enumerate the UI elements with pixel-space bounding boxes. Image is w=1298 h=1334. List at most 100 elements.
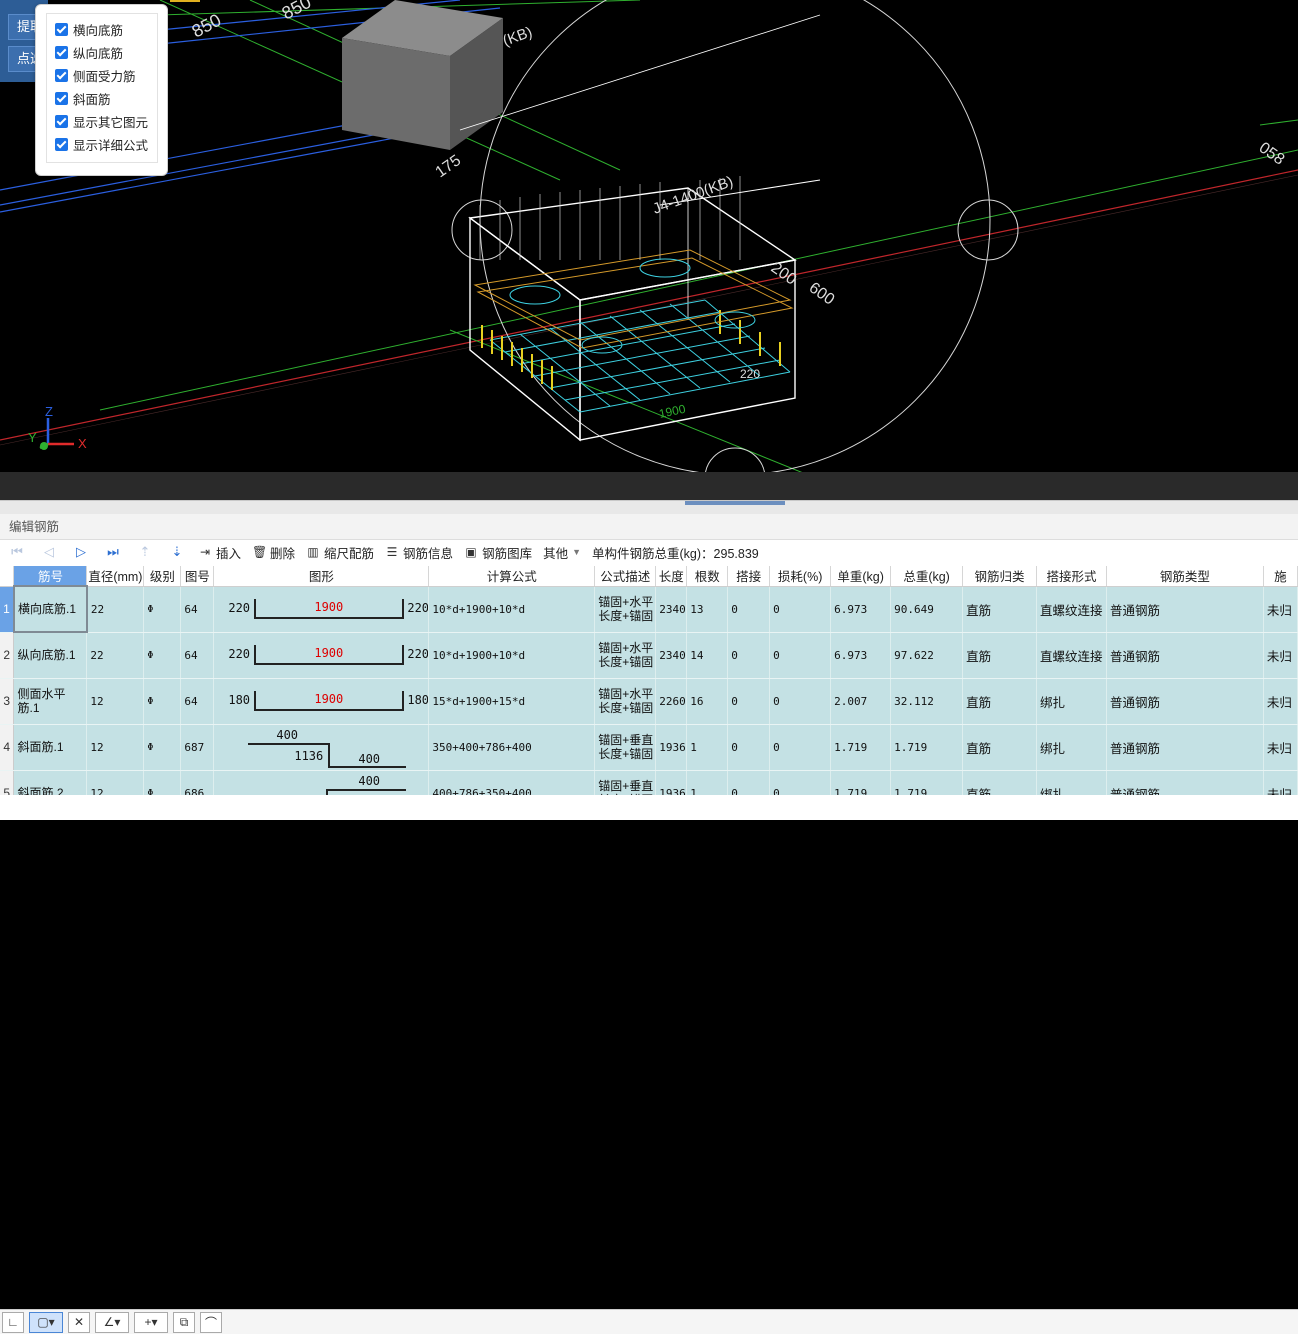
cell-type[interactable]: 普通钢筋 [1106,632,1264,679]
checkbox-icon[interactable] [55,23,68,36]
cell-lap[interactable]: 0 [727,678,771,725]
col-length[interactable]: 长度 [655,566,688,587]
cell-desc[interactable]: 锚固+垂直长度+锚固 [594,770,657,795]
cell-loss[interactable]: 0 [769,678,832,725]
cell-unit[interactable]: 1.719 [830,770,892,795]
cell-desc[interactable]: 锚固+水平长度+锚固 [594,632,657,679]
table-row[interactable]: 1 横向底筋.1 22 Φ 64 220 1900 220 10*d+1900+10*d 锚固+水… [0,585,1298,633]
col-lap-form[interactable]: 搭接形式 [1036,566,1107,587]
move-down-icon[interactable]: ⇣ [166,543,188,561]
cell-shape[interactable]: 220 1900 220 [213,586,430,633]
cell-type[interactable]: 普通钢筋 [1106,770,1264,795]
rebar-library-button[interactable]: ▣ 钢筋图库 [464,543,532,562]
cell-extra[interactable]: 未归 [1263,770,1298,795]
cell-dia[interactable]: 12 [86,678,145,725]
col-shape[interactable]: 图形 [213,566,430,587]
option-side-bar[interactable]: 侧面受力筋 [55,64,157,87]
cell-count[interactable]: 1 [686,724,729,771]
cell-formula[interactable]: 350+400+786+400 [428,724,596,771]
insert-button[interactable]: ⇥ 插入 [198,543,241,562]
copy-icon[interactable]: ⧉ [173,1311,195,1333]
option-show-detailed-formula[interactable]: 显示详细公式 [55,133,157,156]
cell-desc[interactable]: 锚固+垂直长度+锚固 [594,724,657,771]
cell-type[interactable]: 普通钢筋 [1106,586,1264,633]
corner-snap-icon[interactable]: ∟ [2,1311,24,1333]
checkbox-icon[interactable] [55,92,68,105]
cell-count[interactable]: 14 [686,632,729,679]
table-row[interactable]: 3 侧面水平筋.1 12 Φ 64 180 1900 180 15*d+1900+15*d 锚固+… [0,678,1298,725]
cell-len[interactable]: 2340 [655,632,688,679]
cell-len[interactable]: 1936 [655,724,688,771]
option-show-other-elements[interactable]: 显示其它图元 [55,110,157,133]
cell-count[interactable]: 1 [686,770,729,795]
last-record-icon[interactable]: ⏭ [102,543,124,561]
row-index[interactable]: 4 [0,724,15,771]
col-formula-desc[interactable]: 公式描述 [594,566,657,587]
next-record-icon[interactable]: ▷ [70,543,92,561]
col-lap[interactable]: 搭接 [727,566,771,587]
row-index[interactable]: 1 [0,586,15,633]
cell-unit[interactable]: 1.719 [830,724,892,771]
col-grade[interactable]: 级别 [143,566,182,587]
col-figure-no[interactable]: 图号 [180,566,215,587]
cell-name[interactable]: 斜面筋.1 [13,724,88,771]
col-bar-no[interactable]: 筋号 [13,566,88,587]
row-index[interactable]: 2 [0,632,15,679]
cell-lap[interactable]: 0 [727,586,771,633]
3d-viewport[interactable]: 850 850 175 200 600 058 J4-1400(KB) (KB)… [0,0,1298,472]
cell-formula[interactable]: 400+786+350+400 [428,770,596,795]
col-diameter[interactable]: 直径(mm) [86,566,145,587]
col-formula[interactable]: 计算公式 [428,566,596,587]
cell-type[interactable]: 普通钢筋 [1106,678,1264,725]
col-unit-weight[interactable]: 单重(kg) [830,566,892,587]
cell-formula[interactable]: 10*d+1900+10*d [428,586,596,633]
cell-cat[interactable]: 直筋 [962,586,1038,633]
other-dropdown[interactable]: 其他 ▼ [543,543,581,562]
cell-total[interactable]: 97.622 [890,632,964,679]
cell-loss[interactable]: 0 [769,770,832,795]
col-total-weight[interactable]: 总重(kg) [890,566,964,587]
cell-grade[interactable]: Φ [143,724,182,771]
cell-type[interactable]: 普通钢筋 [1106,724,1264,771]
cell-desc[interactable]: 锚固+水平长度+锚固 [594,678,657,725]
cell-fig[interactable]: 64 [180,678,215,725]
add-point-icon[interactable]: +▾ [134,1311,168,1333]
cell-shape[interactable]: 400 [213,770,430,795]
cell-lapform[interactable]: 绑扎 [1036,724,1107,771]
cell-lapform[interactable]: 绑扎 [1036,770,1107,795]
cell-grade[interactable]: Φ [143,770,182,795]
panel-splitter[interactable] [0,500,1298,514]
first-record-icon[interactable]: ⏮ [6,543,28,561]
cell-formula[interactable]: 10*d+1900+10*d [428,632,596,679]
table-row[interactable]: 4 斜面筋.1 12 Φ 687 400 1136 400 350+400+786+400 锚固+… [0,724,1298,771]
cell-count[interactable]: 16 [686,678,729,725]
cell-extra[interactable]: 未归 [1263,724,1298,771]
rebar-info-button[interactable]: ☰ 钢筋信息 [385,543,453,562]
table-row[interactable]: 5斜面筋.212Φ686 400 400+786+350+400锚固+垂直长度+锚固… [0,770,1298,795]
cell-total[interactable]: 90.649 [890,586,964,633]
splitter-grip[interactable] [685,501,785,505]
cell-unit[interactable]: 6.973 [830,586,892,633]
cell-name[interactable]: 斜面筋.2 [13,770,88,795]
cell-lap[interactable]: 0 [727,632,771,679]
cell-grade[interactable]: Φ [143,678,182,725]
cell-lap[interactable]: 0 [727,770,771,795]
cell-fig[interactable]: 686 [180,770,215,795]
table-row[interactable]: 2 纵向底筋.1 22 Φ 64 220 1900 220 10*d+1900+10*d 锚固+水… [0,632,1298,679]
angle-icon[interactable]: ∠▾ [95,1311,129,1333]
cell-len[interactable]: 1936 [655,770,688,795]
cell-len[interactable]: 2340 [655,586,688,633]
cell-cat[interactable]: 直筋 [962,770,1038,795]
option-transverse-bottom-bar[interactable]: 横向底筋 [55,18,157,41]
cell-total[interactable]: 1.719 [890,724,964,771]
cell-cat[interactable]: 直筋 [962,678,1038,725]
cell-loss[interactable]: 0 [769,586,832,633]
checkbox-icon[interactable] [55,46,68,59]
cell-total[interactable]: 1.719 [890,770,964,795]
cell-loss[interactable]: 0 [769,724,832,771]
cell-fig[interactable]: 687 [180,724,215,771]
checkbox-icon[interactable] [55,115,68,128]
col-category[interactable]: 钢筋归类 [962,566,1038,587]
cell-loss[interactable]: 0 [769,632,832,679]
delete-button[interactable]: 🗑 删除 [252,543,295,562]
